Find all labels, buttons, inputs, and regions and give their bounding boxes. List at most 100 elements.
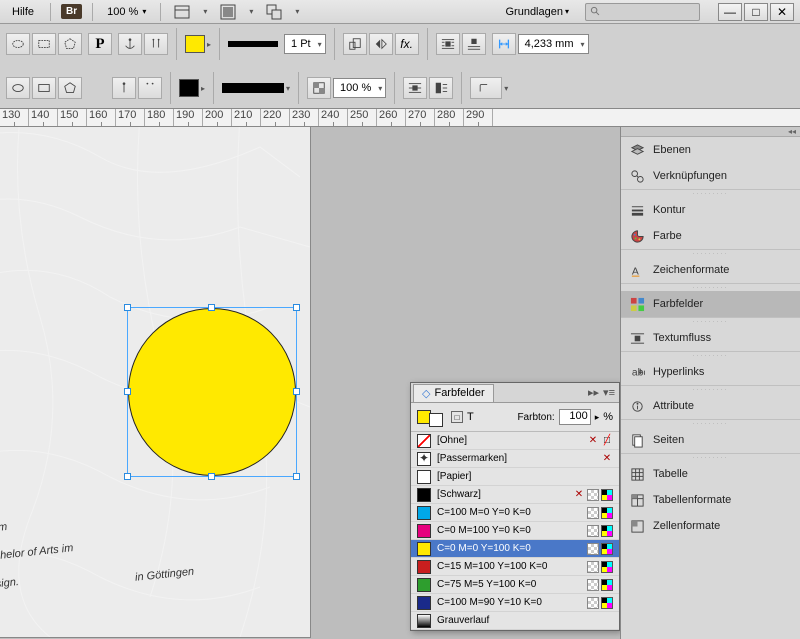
swatch-row[interactable]: Grauverlauf <box>411 612 619 630</box>
dock-panel-links[interactable]: Verknüpfungen <box>621 163 800 189</box>
swatch-row[interactable]: C=100 M=90 Y=10 K=0 <box>411 594 619 612</box>
anchor-group-icon[interactable] <box>144 33 168 55</box>
swatch-row[interactable]: C=100 M=0 Y=0 K=0 <box>411 504 619 522</box>
container-proxy-icon[interactable] <box>429 413 443 427</box>
ellipse-tool-icon[interactable] <box>6 33 30 55</box>
wrap-around-icon[interactable] <box>436 33 460 55</box>
wrap-icon <box>629 330 645 346</box>
stroke-style-preview[interactable] <box>222 83 284 93</box>
fill-color-swatch[interactable] <box>185 35 205 53</box>
swatch-list[interactable]: [Ohne]✕□╱ [Passermarken] ✕ [Papier] [Schwarz… <box>411 432 619 630</box>
dock-panel-wrap[interactable]: Textumfluss <box>621 325 800 351</box>
dock-panel-cellfmt[interactable]: Zellenformate <box>621 513 800 539</box>
swatch-row[interactable]: [Ohne]✕□╱ <box>411 432 619 450</box>
stroke-weight-field[interactable]: 1 Pt <box>284 34 326 54</box>
dock-panel-hyperlinks[interactable]: abcHyperlinks <box>621 359 800 385</box>
polygon-fill-tool-icon[interactable] <box>58 77 82 99</box>
global-swatch-icon <box>587 597 599 609</box>
close-button[interactable]: ✕ <box>770 3 794 21</box>
object-format-icon[interactable]: □ <box>451 411 463 423</box>
help-menu[interactable]: Hilfe <box>6 4 40 20</box>
attr-icon <box>629 398 645 414</box>
swatch-row[interactable]: C=15 M=100 Y=100 K=0 <box>411 558 619 576</box>
minimize-button[interactable]: — <box>718 3 742 21</box>
cmyk-icon <box>601 561 613 573</box>
text-format-icon[interactable]: T <box>467 411 474 423</box>
scale-icon[interactable] <box>343 33 367 55</box>
wrap-side-icon[interactable] <box>429 77 453 99</box>
arrange-icon[interactable] <box>263 2 285 22</box>
horizontal-ruler[interactable]: 1301401501601701801902002102202302402502… <box>0 109 800 127</box>
opacity-icon[interactable] <box>307 77 331 99</box>
swatch-row[interactable]: [Papier] <box>411 468 619 486</box>
swatch-name: [Papier] <box>437 471 607 482</box>
locked-icon: ✕ <box>573 489 585 501</box>
opacity-field[interactable]: 100 % <box>333 78 386 98</box>
canvas-area[interactable]: eig A-Plus am Grades Bachelor of Arts im… <box>0 127 620 639</box>
bridge-badge[interactable]: Br <box>61 4 82 19</box>
dock-collapse-button[interactable] <box>621 127 800 137</box>
dock-panel-attr[interactable]: Attribute <box>621 393 800 419</box>
resize-handle-icon[interactable] <box>293 388 300 395</box>
resize-handle-icon[interactable] <box>293 473 300 480</box>
polygon-tool-icon[interactable] <box>58 33 82 55</box>
zoom-level[interactable]: 100 %▾ <box>103 6 150 18</box>
search-field[interactable] <box>585 3 700 21</box>
swatch-name: [Passermarken] <box>437 453 595 464</box>
dock-panel-swatches[interactable]: Farbfelder <box>621 291 800 317</box>
swatch-row[interactable]: [Passermarken] ✕ <box>411 450 619 468</box>
dock-panel-layers[interactable]: Ebenen <box>621 137 800 163</box>
resize-handle-icon[interactable] <box>208 304 215 311</box>
maximize-button[interactable]: □ <box>744 3 768 21</box>
swatch-row[interactable]: [Schwarz] ✕ <box>411 486 619 504</box>
panel-collapse-icon[interactable]: ▸▸ <box>588 386 599 399</box>
dock-panel-stroke[interactable]: Kontur <box>621 197 800 223</box>
resize-handle-icon[interactable] <box>124 388 131 395</box>
dock-label: Textumfluss <box>653 332 711 344</box>
dock-label: Hyperlinks <box>653 366 704 378</box>
screen-mode-icon[interactable] <box>217 2 239 22</box>
wrap-jump-icon[interactable] <box>462 33 486 55</box>
dock-panel-pages[interactable]: Seiten <box>621 427 800 453</box>
stroke-color-swatch[interactable] <box>179 79 199 97</box>
swatch-name: [Schwarz] <box>437 489 567 500</box>
type-tool-icon[interactable]: P <box>88 33 112 55</box>
cmyk-icon <box>601 489 613 501</box>
dock-label: Verknüpfungen <box>653 170 727 182</box>
dock-panel-tablefmt[interactable]: Tabellenformate <box>621 487 800 513</box>
dock-panel-charstyle[interactable]: AZeichenformate <box>621 257 800 283</box>
resize-handle-icon[interactable] <box>124 304 131 311</box>
swatches-tab[interactable]: ◇ Farbfelder <box>413 384 494 402</box>
workspace-selector[interactable]: Grundlagen▾ <box>499 6 575 18</box>
anchor-tool-icon[interactable] <box>118 33 142 55</box>
tint-input[interactable]: 100 <box>559 409 591 425</box>
tablefmt-icon <box>629 492 645 508</box>
swatch-row[interactable]: C=0 M=0 Y=100 K=0 <box>411 540 619 558</box>
effects-icon[interactable]: fx. <box>395 33 419 55</box>
resize-handle-icon[interactable] <box>293 304 300 311</box>
locked-icon: ✕ <box>601 453 613 465</box>
swatch-row[interactable]: C=0 M=100 Y=0 K=0 <box>411 522 619 540</box>
corner-icon[interactable] <box>470 77 502 99</box>
rect-fill-tool-icon[interactable] <box>32 77 56 99</box>
resize-handle-icon[interactable] <box>208 473 215 480</box>
wrap-none-icon[interactable] <box>403 77 427 99</box>
ellipse-fill-tool-icon[interactable] <box>6 77 30 99</box>
resize-handle-icon[interactable] <box>124 473 131 480</box>
dock-panel-color[interactable]: Farbe <box>621 223 800 249</box>
flip-h-icon[interactable] <box>369 33 393 55</box>
swatch-row[interactable]: C=75 M=5 Y=100 K=0 <box>411 576 619 594</box>
anchor-tool2-icon[interactable] <box>112 77 136 99</box>
dock-panel-table[interactable]: Tabelle <box>621 461 800 487</box>
swatches-panel[interactable]: ◇ Farbfelder ▸▸ ▾≡ □ T Farbton: 100 ▸ % … <box>410 382 620 631</box>
swatch-name: C=75 M=5 Y=100 K=0 <box>437 579 581 590</box>
swatch-chip-icon <box>417 542 431 556</box>
measure-icon[interactable] <box>492 33 516 55</box>
panel-menu-icon[interactable]: ▾≡ <box>603 386 615 399</box>
rect-tool-icon[interactable] <box>32 33 56 55</box>
distance-field[interactable]: 4,233 mm <box>518 34 589 54</box>
view-options-icon[interactable] <box>171 2 193 22</box>
anchor-pair-icon[interactable] <box>138 77 162 99</box>
selection-marquee[interactable] <box>127 307 297 477</box>
locked-icon: ✕ <box>587 435 599 447</box>
